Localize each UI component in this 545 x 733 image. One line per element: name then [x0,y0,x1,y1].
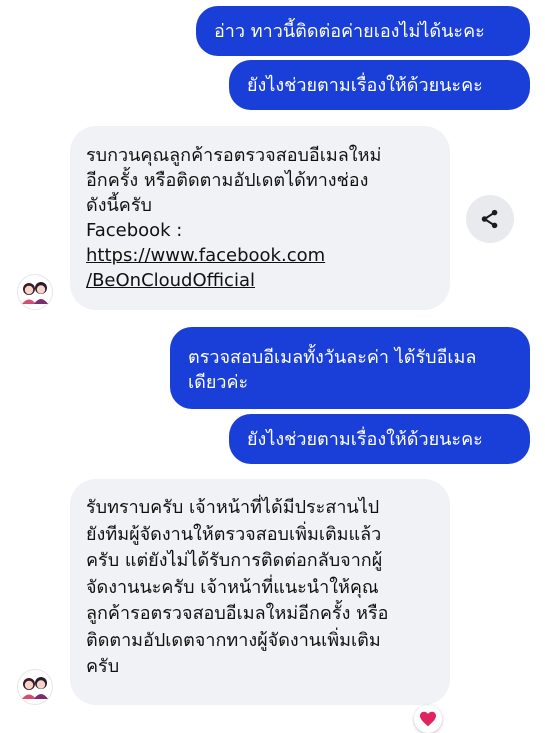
facebook-link[interactable]: https://www.facebook.com [86,243,430,268]
outgoing-message-bubble[interactable]: ยังไงช่วยตามเรื่องให้ด้วยนะคะ [229,414,530,464]
message-text: ยังไงช่วยตามเรื่องให้ด้วยนะคะ [247,428,483,450]
message-text: เดียวค่ะ [188,372,249,393]
message-text: ยังทีมผู้จัดงานให้ตรวจสอบเพิ่มเติมแล้ว [86,523,382,545]
message-text: Facebook : [86,220,183,241]
message-text: ยังไงช่วยตามเรื่องให้ด้วยนะคะ [247,74,483,96]
outgoing-message-bubble[interactable]: ยังไงช่วยตามเรื่องให้ด้วยนะคะ [229,60,530,110]
message-text: ครับ [86,656,120,677]
incoming-message-bubble[interactable]: รับทราบครับ เจ้าหน้าที่ได้มีประสานไป ยัง… [70,479,450,705]
message-text: รบกวนคุณลูกค้ารอตรวจสอบอีเมลใหม่ [86,145,382,166]
share-icon [481,209,498,229]
facebook-link[interactable]: /BeOnCloudOfficial [86,268,430,293]
message-text: ดังนี้ครับ [86,195,152,216]
message-text: จัดงานนะครับ เจ้าหน้าที่แนะนำให้คุณ [86,576,379,598]
heart-icon [420,711,436,727]
message-text: ตรวจสอบอีเมลทั้งวันละค่า ได้รับอีเมล [188,347,477,368]
message-text: ลูกค้ารอตรวจสอบอีเมลใหม่อีกครั้ง หรือ [86,603,389,624]
outgoing-message-bubble[interactable]: ตรวจสอบอีเมลทั้งวันละค่า ได้รับอีเมล เดี… [170,327,530,409]
agent-avatar-icon [22,677,48,699]
message-text: รับทราบครับ เจ้าหน้าที่ได้มีประสานไป [86,497,380,518]
agent-avatar-icon [22,282,48,304]
share-button[interactable] [466,195,514,243]
message-text: ติดตามอัปเดตจากทางผู้จัดงานเพิ่มเติม [86,629,381,651]
message-text: ครับ แต่ยังไม่ได้รับการติดต่อกลับจากผู้ [86,550,383,571]
agent-avatar[interactable] [17,274,53,310]
message-text: อีกครั้ง หรือติดตามอัปเดตได้ทางช่อง [86,170,369,191]
outgoing-message-bubble[interactable]: อ่าว ทาวนี้ติดต่อค่ายเองไม่ได้นะคะ [196,6,530,56]
message-text: อ่าว ทาวนี้ติดต่อค่ายเองไม่ได้นะคะ [214,20,485,42]
reaction-badge[interactable] [414,705,442,733]
incoming-message-bubble[interactable]: รบกวนคุณลูกค้ารอตรวจสอบอีเมลใหม่ อีกครั้… [70,126,450,310]
agent-avatar[interactable] [17,669,53,705]
